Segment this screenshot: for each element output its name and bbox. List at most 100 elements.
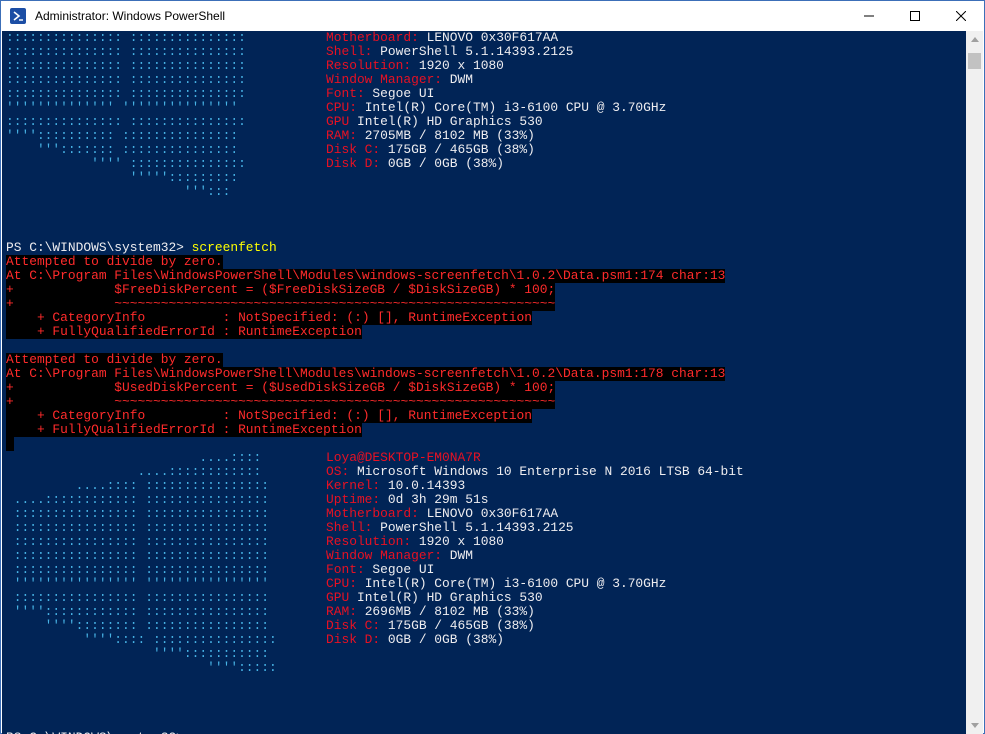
sysinfo-label: Resolution: — [326, 534, 419, 549]
error-line: + CategoryInfo : NotSpecified: (:) [], R… — [6, 310, 533, 325]
sysinfo-label: OS: — [326, 464, 357, 479]
error-line: + FullyQualifiedErrorId : RuntimeExcepti… — [6, 324, 362, 339]
sysinfo-label: Disk C: — [326, 142, 388, 157]
scroll-up-arrow[interactable] — [966, 31, 983, 48]
sysinfo-label: Motherboard: — [326, 31, 427, 45]
console-line: ....:::::::::::: OS: Microsoft Windows 10… — [6, 465, 744, 479]
sysinfo-label: Shell: — [326, 520, 381, 535]
ascii-art-logo: ::::::::::::::: ::::::::::::::: — [6, 44, 246, 59]
maximize-button[interactable] — [892, 1, 938, 31]
console-line: ::::::::::::::: ::::::::::::::: Resolutio… — [6, 59, 744, 73]
sysinfo-label: GPU — [326, 114, 357, 129]
error-line: At C:\Program Files\WindowsPowerShell\Mo… — [6, 268, 726, 283]
console-line: + ~~~~~~~~~~~~~~~~~~~~~~~~~~~~~~~~~~~~~~… — [6, 395, 744, 409]
ascii-art-logo: ::::::::::::::: ::::::::::::::: — [6, 86, 246, 101]
console-line: '''::: — [6, 185, 744, 199]
console-line: + ~~~~~~~~~~~~~~~~~~~~~~~~~~~~~~~~~~~~~~… — [6, 297, 744, 311]
console-line: Attempted to divide by zero. — [6, 255, 744, 269]
sysinfo-label: RAM: — [326, 604, 365, 619]
scroll-down-arrow[interactable] — [966, 717, 983, 734]
console-line: ....:::::::::::: :::::::::::::::: Uptime:… — [6, 493, 744, 507]
sysinfo-label: Font: — [326, 562, 373, 577]
error-line: + $FreeDiskPercent = ($FreeDiskSizeGB / … — [6, 282, 556, 297]
console-line: ::::::::::::::: ::::::::::::::: GPU Intel… — [6, 115, 744, 129]
sysinfo-value: DWM — [449, 72, 473, 87]
sysinfo-value: DWM — [449, 548, 473, 563]
sysinfo-value: Intel(R) HD Graphics 530 — [356, 590, 543, 605]
ascii-art-logo: '''::: — [6, 184, 231, 199]
powershell-icon[interactable] — [10, 8, 26, 24]
sysinfo-label: GPU — [326, 590, 357, 605]
console-output[interactable]: ::::::::::::::: ::::::::::::::: Motherboa… — [2, 31, 966, 734]
console-line: + CategoryInfo : NotSpecified: (:) [], R… — [6, 409, 744, 423]
error-line: Attempted to divide by zero. — [6, 352, 223, 367]
console-line: + $FreeDiskPercent = ($FreeDiskSizeGB / … — [6, 283, 744, 297]
close-button[interactable] — [938, 1, 984, 31]
error-line: Attempted to divide by zero. — [6, 254, 223, 269]
console-line: :::::::::::::::: :::::::::::::::: Resolut… — [6, 535, 744, 549]
ascii-art-logo: ::::::::::::::: ::::::::::::::: — [6, 72, 246, 87]
sysinfo-label: CPU: — [326, 100, 365, 115]
title-bar[interactable]: Administrator: Windows PowerShell — [1, 1, 984, 31]
vertical-scrollbar[interactable] — [966, 31, 983, 734]
sysinfo-value: 0GB / 0GB (38%) — [387, 156, 504, 171]
chevron-up-icon — [970, 37, 979, 42]
ascii-art-logo: '''''''''''''' ''''''''''''''' — [6, 100, 239, 115]
ascii-art-logo: '''':::: :::::::::::::::: — [6, 632, 277, 647]
scroll-thumb[interactable] — [968, 53, 981, 69]
ascii-art-logo: :::::::::::::::: :::::::::::::::: — [6, 548, 270, 563]
window-title: Administrator: Windows PowerShell — [35, 9, 226, 23]
error-line: + ~~~~~~~~~~~~~~~~~~~~~~~~~~~~~~~~~~~~~~… — [6, 394, 556, 409]
console-line: ....:::: :::::::::::::::: Kernel: 10.0.14… — [6, 479, 744, 493]
console-line: ::::::::::::::: ::::::::::::::: Font: Seg… — [6, 87, 744, 101]
sysinfo-label: Resolution: — [326, 58, 419, 73]
sysinfo-value: 0d 3h 29m 51s — [387, 492, 489, 507]
ascii-art-logo: ::::::::::::::: ::::::::::::::: — [6, 31, 246, 45]
ascii-art-logo: :::::::::::::::: :::::::::::::::: — [6, 590, 270, 605]
sysinfo-label: RAM: — [326, 128, 365, 143]
powershell-window: Administrator: Windows PowerShell ::::::… — [0, 0, 985, 734]
console-line: ''''::::: — [6, 661, 744, 675]
sysinfo-value: Segoe UI — [372, 562, 435, 577]
sysinfo-label: Font: — [326, 86, 373, 101]
sysinfo-label: Disk D: — [326, 156, 388, 171]
error-line: + $UsedDiskPercent = ($UsedDiskSizeGB / … — [6, 380, 556, 395]
sysinfo-label: Window Manager: — [326, 548, 450, 563]
console-line: '''''''''''''''' '''''''''''''''' CPU: In… — [6, 577, 744, 591]
ascii-art-logo: '''':::::::::::: :::::::::::::::: — [6, 604, 270, 619]
console-line: + FullyQualifiedErrorId : RuntimeExcepti… — [6, 423, 744, 437]
ascii-art-logo: :::::::::::::::: :::::::::::::::: — [6, 562, 270, 577]
minimize-button[interactable] — [846, 1, 892, 31]
ascii-art-logo: ....:::::::::::: :::::::::::::::: — [6, 492, 270, 507]
console-line: :::::::::::::::: :::::::::::::::: Font: S… — [6, 563, 744, 577]
ascii-art-logo: ....:::::::::::: — [6, 464, 262, 479]
console-line: '''':::::::: :::::::::::::::: Disk C: 175… — [6, 619, 744, 633]
error-cursor-cell — [6, 437, 14, 451]
ascii-art-logo: :::::::::::::::: :::::::::::::::: — [6, 506, 270, 521]
console-line: + $UsedDiskPercent = ($UsedDiskSizeGB / … — [6, 381, 744, 395]
console-line: :::::::::::::::: :::::::::::::::: GPU Int… — [6, 591, 744, 605]
ascii-art-logo: ''''::::::::::: — [6, 646, 270, 661]
console-lines: ::::::::::::::: ::::::::::::::: Motherboa… — [6, 31, 744, 734]
console-line: ::::::::::::::: ::::::::::::::: Shell: Po… — [6, 45, 744, 59]
ascii-art-logo: '''':::::::: :::::::::::::::: — [6, 618, 270, 633]
ascii-art-logo: '''::::::: ::::::::::::::: — [6, 142, 239, 157]
console-line: Attempted to divide by zero. — [6, 353, 744, 367]
sysinfo-value: Segoe UI — [372, 86, 435, 101]
maximize-icon — [910, 11, 920, 21]
console-line: ''''::::::::::: — [6, 647, 744, 661]
ascii-art-logo: ::::::::::::::: ::::::::::::::: — [6, 58, 246, 73]
console-line: + FullyQualifiedErrorId : RuntimeExcepti… — [6, 325, 744, 339]
error-line: + CategoryInfo : NotSpecified: (:) [], R… — [6, 408, 533, 423]
console-line: At C:\Program Files\WindowsPowerShell\Mo… — [6, 367, 744, 381]
sysinfo-value: Intel(R) Core(TM) i3-6100 CPU @ 3.70GHz — [364, 100, 667, 115]
console-line: '''':::: :::::::::::::::: Disk D: 0GB / 0… — [6, 633, 744, 647]
sysinfo-value: 0GB / 0GB (38%) — [387, 632, 504, 647]
minimize-icon — [864, 15, 874, 17]
sysinfo-value: Intel(R) HD Graphics 530 — [356, 114, 543, 129]
